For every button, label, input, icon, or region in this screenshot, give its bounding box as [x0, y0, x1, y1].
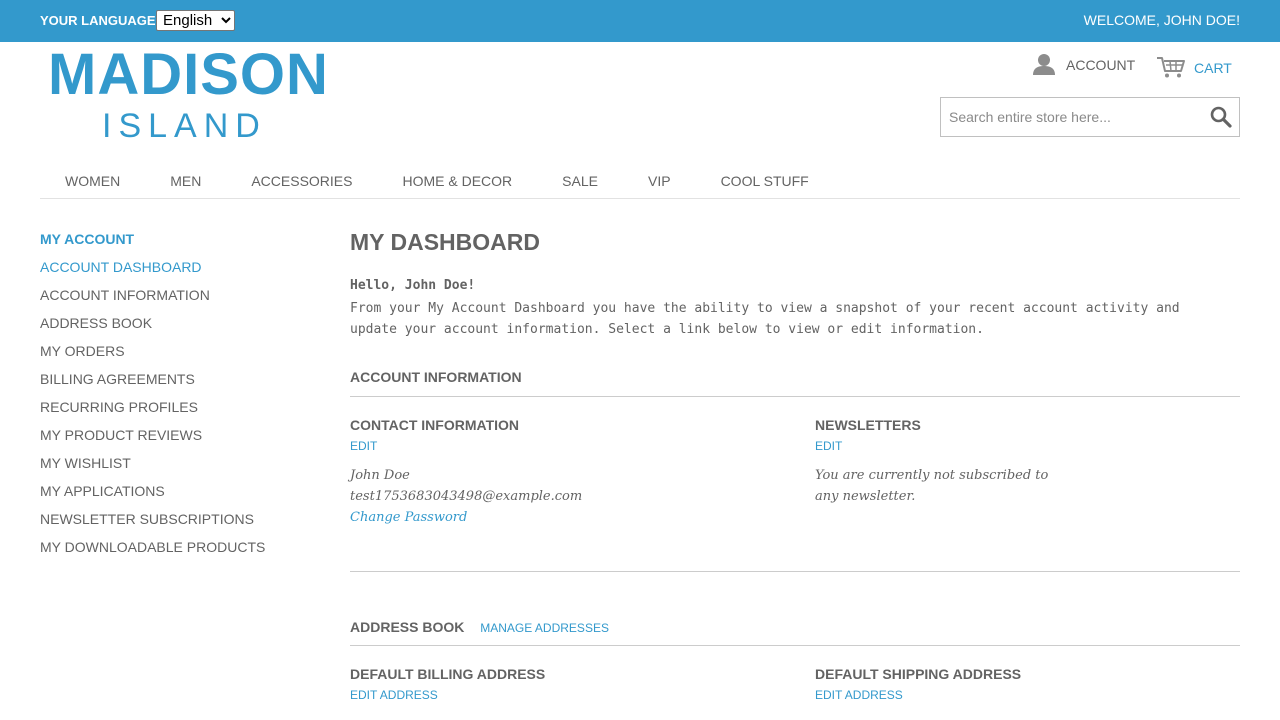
- default-billing-address-box: DEFAULT BILLING ADDRESS EDIT ADDRESS: [350, 666, 770, 704]
- sidebar-title: MY ACCOUNT: [40, 231, 135, 247]
- billing-address-title: DEFAULT BILLING ADDRESS: [350, 666, 546, 682]
- sidebar-item-my-product-reviews[interactable]: MY PRODUCT REVIEWS: [40, 426, 320, 454]
- sidebar-item-my-applications[interactable]: MY APPLICATIONS: [40, 482, 320, 510]
- logo-line-1: MADISON: [48, 42, 329, 107]
- shipping-address-title: DEFAULT SHIPPING ADDRESS: [815, 666, 1022, 682]
- page-title: MY DASHBOARD: [350, 229, 540, 255]
- sidebar-item-billing-agreements[interactable]: BILLING AGREEMENTS: [40, 370, 320, 398]
- contact-email: test1753683043498@example.com: [350, 489, 583, 504]
- cart-label: CART: [1194, 60, 1232, 76]
- account-information-title: ACCOUNT INFORMATION: [350, 369, 522, 385]
- store-logo[interactable]: MADISON ISLAND: [48, 42, 329, 145]
- dashboard-main: MY DASHBOARD Hello, John Doe! From your …: [350, 228, 1240, 702]
- sidebar-item-address-book[interactable]: ADDRESS BOOK: [40, 314, 320, 342]
- section-divider: [350, 571, 1240, 572]
- contact-information-title: CONTACT INFORMATION: [350, 417, 520, 433]
- contact-edit-link[interactable]: EDIT: [350, 439, 377, 453]
- search-button[interactable]: [1209, 105, 1233, 129]
- search-input[interactable]: [941, 98, 1212, 136]
- contact-information-box: CONTACT INFORMATION EDIT John Doe test17…: [350, 417, 770, 528]
- nav-item-women[interactable]: WOMEN: [40, 165, 145, 198]
- sidebar-item-my-wishlist[interactable]: MY WISHLIST: [40, 454, 320, 482]
- welcome-greeting: Hello, John Doe!: [350, 278, 476, 293]
- sidebar-item-account-dashboard[interactable]: ACCOUNT DASHBOARD: [40, 258, 320, 286]
- address-book-heading: ADDRESS BOOK MANAGE ADDRESSES: [350, 619, 1240, 646]
- default-shipping-address-box: DEFAULT SHIPPING ADDRESS EDIT ADDRESS: [815, 666, 1235, 704]
- sidebar-item-newsletter-subscriptions[interactable]: NEWSLETTER SUBSCRIPTIONS: [40, 510, 320, 538]
- language-select[interactable]: English: [156, 10, 235, 31]
- billing-edit-address-link[interactable]: EDIT ADDRESS: [350, 688, 438, 702]
- search-icon: [1210, 106, 1232, 128]
- sidebar-item-my-orders[interactable]: MY ORDERS: [40, 342, 320, 370]
- logo-line-2: ISLAND: [102, 107, 267, 145]
- contact-name: John Doe: [350, 468, 410, 483]
- top-bar: YOUR LANGUAGE: English WELCOME, JOHN DOE…: [0, 0, 1280, 42]
- nav-item-men[interactable]: MEN: [145, 165, 226, 198]
- dashboard-intro: From your My Account Dashboard you have …: [350, 301, 1180, 337]
- newsletters-box: NEWSLETTERS EDIT You are currently not s…: [815, 417, 1235, 507]
- sidebar-item-recurring-profiles[interactable]: RECURRING PROFILES: [40, 398, 320, 426]
- sidebar-item-account-information[interactable]: ACCOUNT INFORMATION: [40, 286, 320, 314]
- sidebar-item-my-downloadable-products[interactable]: MY DOWNLOADABLE PRODUCTS: [40, 538, 320, 566]
- language-label: YOUR LANGUAGE:: [40, 13, 160, 28]
- welcome-message: WELCOME, JOHN DOE!: [1083, 12, 1240, 28]
- nav-item-cool-stuff[interactable]: COOL STUFF: [696, 165, 834, 198]
- user-icon: [1032, 53, 1056, 78]
- nav-item-sale[interactable]: SALE: [537, 165, 623, 198]
- account-label: ACCOUNT: [1066, 57, 1136, 73]
- cart-icon: [1156, 55, 1186, 82]
- shipping-edit-address-link[interactable]: EDIT ADDRESS: [815, 688, 903, 702]
- newsletters-title: NEWSLETTERS: [815, 417, 921, 433]
- manage-addresses-link[interactable]: MANAGE ADDRESSES: [480, 621, 609, 635]
- nav-item-home-decor[interactable]: HOME & DECOR: [377, 165, 537, 198]
- nav-item-vip[interactable]: VIP: [623, 165, 696, 198]
- contact-details: John Doe test1753683043498@example.com C…: [350, 465, 770, 528]
- main-navigation: WOMEN MEN ACCESSORIES HOME & DECOR SALE …: [40, 165, 1240, 199]
- newsletters-status: You are currently not subscribed to any …: [815, 468, 1049, 504]
- account-sidebar: MY ACCOUNT ACCOUNT DASHBOARD ACCOUNT INF…: [40, 230, 320, 566]
- search-box: [940, 97, 1240, 137]
- account-link[interactable]: ACCOUNT: [1032, 53, 1136, 78]
- account-information-heading: ACCOUNT INFORMATION: [350, 369, 1240, 397]
- nav-item-accessories[interactable]: ACCESSORIES: [226, 165, 377, 198]
- address-book-title: ADDRESS BOOK: [350, 619, 465, 635]
- cart-link[interactable]: CART: [1156, 56, 1232, 80]
- change-password-link[interactable]: Change Password: [350, 507, 770, 528]
- newsletters-edit-link[interactable]: EDIT: [815, 439, 842, 453]
